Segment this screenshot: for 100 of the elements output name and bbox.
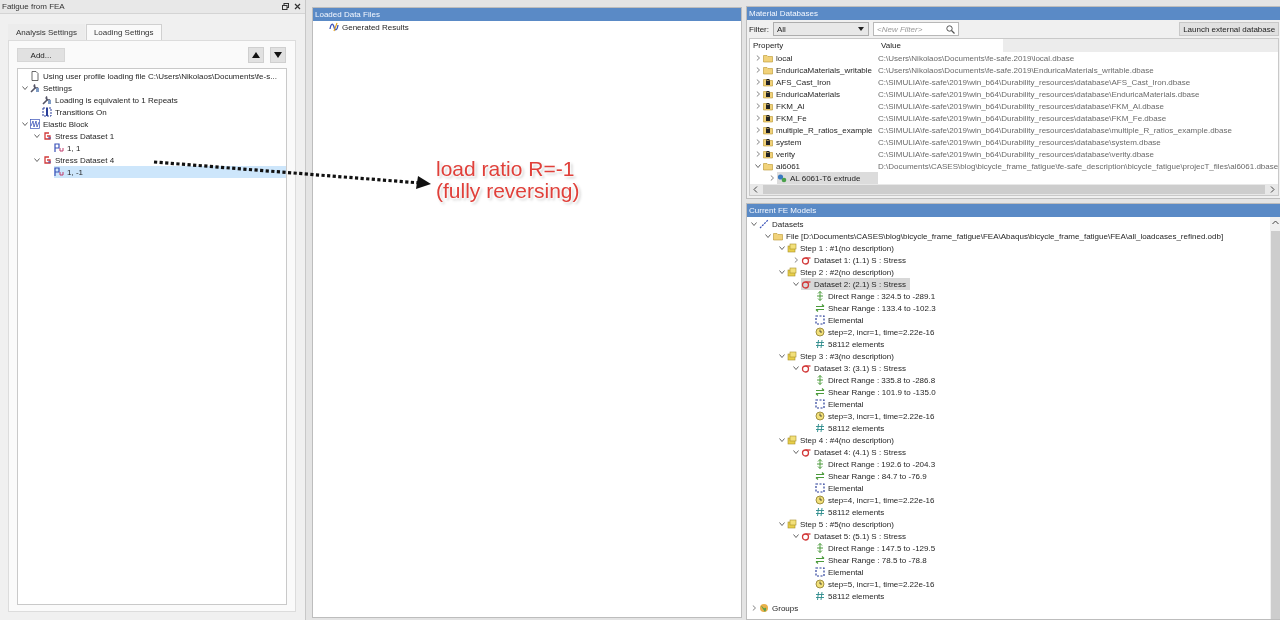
tree-row[interactable]: Direct Range : 324.5 to -289.1 xyxy=(815,290,940,302)
launch-database-button[interactable]: Launch external database xyxy=(1179,22,1280,36)
chevron-icon[interactable] xyxy=(793,281,799,287)
tree-row[interactable]: Stress Dataset 1 xyxy=(42,130,286,142)
chevron-icon[interactable] xyxy=(751,605,757,611)
chevron-icon[interactable] xyxy=(755,151,761,157)
chevron-icon[interactable] xyxy=(779,437,785,443)
tree-row[interactable]: Dataset 3: (3.1) S : Stress xyxy=(801,362,911,374)
filter-search-field[interactable]: <New Filter> xyxy=(873,22,959,36)
tree-row[interactable]: 58112 elements xyxy=(815,506,889,518)
tree-row[interactable]: multiple_R_ratios_example xyxy=(763,124,878,136)
scroll-up-icon[interactable] xyxy=(1272,220,1280,225)
move-down-button[interactable] xyxy=(270,47,286,63)
chevron-icon[interactable] xyxy=(779,269,785,275)
tree-row[interactable]: Loading is equivalent to 1 Repeats xyxy=(42,94,286,106)
chevron-icon[interactable] xyxy=(779,521,785,527)
tree-row[interactable]: FKM_Al xyxy=(763,100,878,112)
tree-row[interactable]: step=2, incr=1, time=2.22e-16 xyxy=(815,326,939,338)
tree-row[interactable]: Generated Results xyxy=(329,21,413,33)
column-header[interactable]: Value xyxy=(878,41,901,50)
tree-row[interactable]: Dataset 2: (2.1) S : Stress xyxy=(801,278,911,290)
scroll-right-icon[interactable] xyxy=(1270,186,1276,193)
tree-row[interactable]: Dataset 4: (4.1) S : Stress xyxy=(801,446,911,458)
tab[interactable]: Analysis Settings xyxy=(8,24,85,40)
tree-row[interactable]: Step 5 : #5(no description) xyxy=(787,518,898,530)
chevron-icon[interactable] xyxy=(779,245,785,251)
tree-row[interactable]: FKM_Fe xyxy=(763,112,878,124)
tree-row[interactable]: step=3, incr=1, time=2.22e-16 xyxy=(815,410,939,422)
chevron-icon[interactable] xyxy=(34,157,40,163)
vertical-scrollbar[interactable] xyxy=(1270,217,1280,619)
tree-row[interactable]: Elemental xyxy=(815,314,868,326)
horizontal-scrollbar[interactable] xyxy=(750,184,1279,195)
chevron-icon[interactable] xyxy=(755,79,761,85)
chevron-icon[interactable] xyxy=(755,139,761,145)
tree-row[interactable]: verity xyxy=(763,148,878,160)
tab[interactable]: Loading Settings xyxy=(85,24,162,40)
tree-row[interactable]: File [D:\Documents\CASES\blog\bicycle_frame_fatigue\FEA\Abaqus\bicycle_frame_fatigue\FEA\all_loadcases_refined.odb] xyxy=(773,230,1228,242)
tree-row[interactable]: Shear Range : 84.7 to -76.9 xyxy=(815,470,931,482)
chevron-icon[interactable] xyxy=(755,67,761,73)
tree-row[interactable]: Datasets xyxy=(759,218,808,230)
close-icon[interactable] xyxy=(294,3,301,10)
tree-row[interactable]: EnduricaMaterials_writable xyxy=(763,64,878,76)
tree-row[interactable]: Settings xyxy=(30,82,286,94)
tree-row[interactable]: Shear Range : 101.9 to -135.0 xyxy=(815,386,940,398)
tree-row[interactable]: 58112 elements xyxy=(815,338,889,350)
scroll-left-icon[interactable] xyxy=(753,186,758,193)
tree-row[interactable]: Elemental xyxy=(815,566,868,578)
value-text: C:\Users\Nikolaos\Documents\fe-safe.2019\EnduricaMaterials_writable.dbase xyxy=(878,65,1154,75)
chevron-icon[interactable] xyxy=(755,163,761,169)
chevron-icon[interactable] xyxy=(793,365,799,371)
chevron-icon[interactable] xyxy=(769,175,775,181)
chevron-icon[interactable] xyxy=(755,127,761,133)
move-up-button[interactable] xyxy=(248,47,264,63)
chevron-icon[interactable] xyxy=(22,121,28,127)
tree-row[interactable]: Direct Range : 147.5 to -129.5 xyxy=(815,542,940,554)
tree-row[interactable]: local xyxy=(763,52,878,64)
tree-row[interactable]: Step 1 : #1(no description) xyxy=(787,242,898,254)
tree-row[interactable]: AFS_Cast_Iron xyxy=(763,76,878,88)
chevron-icon[interactable] xyxy=(793,257,799,263)
chevron-icon[interactable] xyxy=(755,103,761,109)
chevron-icon[interactable] xyxy=(779,353,785,359)
tree-row[interactable]: Dataset 1: (1.1) S : Stress xyxy=(801,254,911,266)
tree-row[interactable]: Using user profile loading file C:\Users\Nikolaos\Documents\fe-s... xyxy=(30,70,286,82)
tree-row[interactable]: 58112 elements xyxy=(815,422,889,434)
tree-row[interactable]: system xyxy=(763,136,878,148)
tree-row[interactable]: Step 4 : #4(no description) xyxy=(787,434,898,446)
tree-row[interactable]: Elemental xyxy=(815,482,868,494)
tree-row[interactable]: Shear Range : 78.5 to -78.8 xyxy=(815,554,931,566)
tree-row[interactable]: AL 6061-T6 extrude xyxy=(777,172,878,184)
add-button[interactable]: Add... xyxy=(17,48,65,62)
tree-row[interactable]: step=5, incr=1, time=2.22e-16 xyxy=(815,578,939,590)
chevron-icon[interactable] xyxy=(793,533,799,539)
tree-row[interactable]: 1, -1 xyxy=(54,166,286,178)
chevron-icon[interactable] xyxy=(22,85,28,91)
tree-row[interactable]: 1, 1 xyxy=(54,142,286,154)
tree-row[interactable]: step=4, incr=1, time=2.22e-16 xyxy=(815,494,939,506)
column-header[interactable]: Property xyxy=(750,41,878,50)
tree-row[interactable]: Step 3 : #3(no description) xyxy=(787,350,898,362)
chevron-icon[interactable] xyxy=(34,133,40,139)
chevron-icon[interactable] xyxy=(755,91,761,97)
tree-row[interactable]: Elemental xyxy=(815,398,868,410)
tree-row[interactable]: Step 2 : #2(no description) xyxy=(787,266,898,278)
chevron-icon[interactable] xyxy=(751,221,757,227)
tree-row[interactable]: Elastic Block xyxy=(30,118,286,130)
tree-row[interactable]: 58112 elements xyxy=(815,590,889,602)
chevron-icon[interactable] xyxy=(765,233,771,239)
filter-dropdown[interactable]: All xyxy=(773,22,869,36)
tree-row[interactable]: Direct Range : 192.6 to -204.3 xyxy=(815,458,940,470)
tree-row[interactable]: Direct Range : 335.8 to -286.8 xyxy=(815,374,940,386)
tree-row[interactable]: Transitions On xyxy=(42,106,286,118)
restore-icon[interactable] xyxy=(282,3,289,10)
chevron-icon[interactable] xyxy=(793,449,799,455)
tree-row[interactable]: Groups xyxy=(759,602,803,614)
tree-row[interactable]: Shear Range : 133.4 to -102.3 xyxy=(815,302,940,314)
tree-row[interactable]: al6061 xyxy=(763,160,878,172)
tree-row[interactable]: Dataset 5: (5.1) S : Stress xyxy=(801,530,911,542)
tree-row[interactable]: Stress Dataset 4 xyxy=(42,154,286,166)
tree-row[interactable]: EnduricaMaterials xyxy=(763,88,878,100)
chevron-icon[interactable] xyxy=(755,55,761,61)
chevron-icon[interactable] xyxy=(755,115,761,121)
